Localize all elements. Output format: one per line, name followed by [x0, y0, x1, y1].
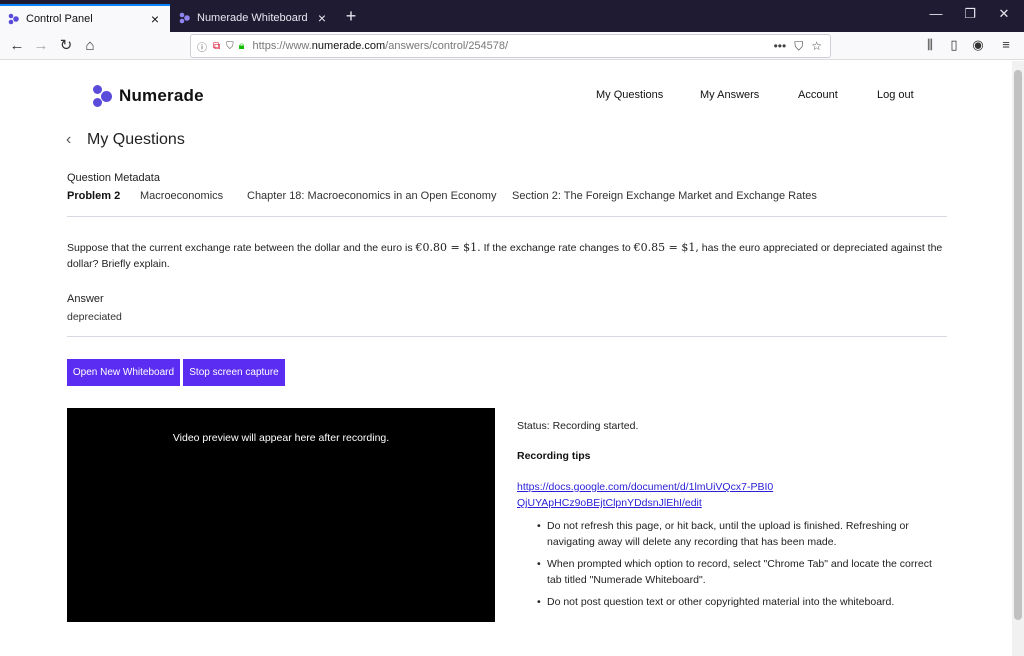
video-placeholder-text: Video preview will appear here after rec… — [172, 432, 390, 444]
numerade-logo[interactable]: Numerade — [92, 84, 204, 108]
account-icon[interactable]: ◉ — [969, 37, 987, 53]
reload-icon[interactable]: ↻ — [55, 35, 77, 57]
tab-numerade-whiteboard[interactable]: Numerade Whiteboard × — [171, 4, 337, 32]
video-preview: Video preview will appear here after rec… — [67, 408, 495, 622]
tracking-shield-icon[interactable]: ⛉ — [226, 41, 234, 52]
url-text[interactable]: https://www.numerade.com/answers/control… — [253, 40, 774, 52]
tab-title: Numerade Whiteboard — [197, 12, 308, 24]
metadata-heading: Question Metadata — [67, 172, 160, 184]
restore-icon[interactable]: ❐ — [960, 6, 980, 22]
meta-section: Section 2: The Foreign Exchange Market a… — [512, 190, 817, 202]
nav-my-answers[interactable]: My Answers — [700, 89, 759, 101]
pocket-icon[interactable]: ⛉ — [794, 39, 803, 54]
open-new-whiteboard-button[interactable]: Open New Whiteboard — [67, 359, 180, 386]
stop-screen-capture-button[interactable]: Stop screen capture — [183, 359, 285, 386]
nav-log-out[interactable]: Log out — [877, 89, 914, 101]
page-title: My Questions — [87, 131, 185, 148]
recording-tips-list: Do not refresh this page, or hit back, u… — [537, 519, 932, 618]
nav-my-questions[interactable]: My Questions — [596, 89, 663, 101]
url-bar[interactable]: ⓘ ⧉ ⛉ 🔒︎ https://www.numerade.com/answer… — [190, 34, 831, 58]
library-icon[interactable]: ⫼ — [921, 37, 939, 53]
forward-arrow-icon[interactable]: → — [30, 35, 52, 57]
lock-icon[interactable]: 🔒︎ — [239, 40, 245, 53]
close-tab-icon[interactable]: × — [148, 11, 162, 27]
browser-toolbar: ← → ↻ ⌂ ⓘ ⧉ ⛉ 🔒︎ https://www.numerade.co… — [0, 32, 1024, 60]
meta-chapter: Chapter 18: Macroeconomics in an Open Ec… — [247, 190, 497, 202]
close-window-icon[interactable]: ✕ — [994, 6, 1014, 22]
menu-icon[interactable]: ≡ — [997, 37, 1015, 52]
browser-tab-bar: Control Panel × Numerade Whiteboard × + … — [0, 0, 1024, 32]
permissions-icon[interactable]: ⧉ — [213, 41, 220, 52]
info-icon[interactable]: ⓘ — [197, 39, 207, 54]
list-item: When prompted which option to record, se… — [537, 557, 932, 588]
minimize-icon[interactable]: — — [926, 6, 946, 21]
sidebar-icon[interactable]: ▯ — [945, 37, 963, 53]
answer-value: depreciated — [67, 311, 122, 323]
page-actions-icon[interactable]: ••• — [774, 39, 787, 53]
numerade-favicon-icon — [179, 12, 190, 24]
back-arrow-icon[interactable]: ← — [6, 35, 28, 57]
meta-problem: Problem 2 — [67, 190, 121, 202]
meta-subject: Macroeconomics — [140, 190, 224, 202]
answer-heading: Answer — [67, 293, 104, 305]
recording-tips-link[interactable]: https://docs.google.com/document/d/1lmUi… — [517, 479, 777, 511]
divider — [67, 216, 947, 217]
nav-account[interactable]: Account — [798, 89, 838, 101]
chevron-left-icon[interactable]: ‹ — [66, 131, 71, 149]
brand-name: Numerade — [119, 86, 204, 105]
numerade-logo-icon — [92, 84, 114, 108]
recording-status: Status: Recording started. — [517, 420, 639, 432]
bookmark-star-icon[interactable]: ☆ — [811, 39, 822, 53]
question-text: Suppose that the current exchange rate b… — [67, 241, 943, 270]
home-icon[interactable]: ⌂ — [79, 35, 101, 57]
recording-tips-heading: Recording tips — [517, 450, 591, 462]
list-item: Do not refresh this page, or hit back, u… — [537, 519, 932, 550]
tab-control-panel[interactable]: Control Panel × — [0, 4, 170, 32]
new-tab-icon[interactable]: + — [340, 6, 362, 27]
tab-title: Control Panel — [26, 13, 93, 25]
close-tab-icon[interactable]: × — [315, 10, 329, 26]
divider — [67, 336, 947, 337]
scrollbar-thumb[interactable] — [1014, 70, 1022, 620]
numerade-favicon-icon — [8, 13, 19, 25]
list-item: Do not post question text or other copyr… — [537, 595, 932, 611]
